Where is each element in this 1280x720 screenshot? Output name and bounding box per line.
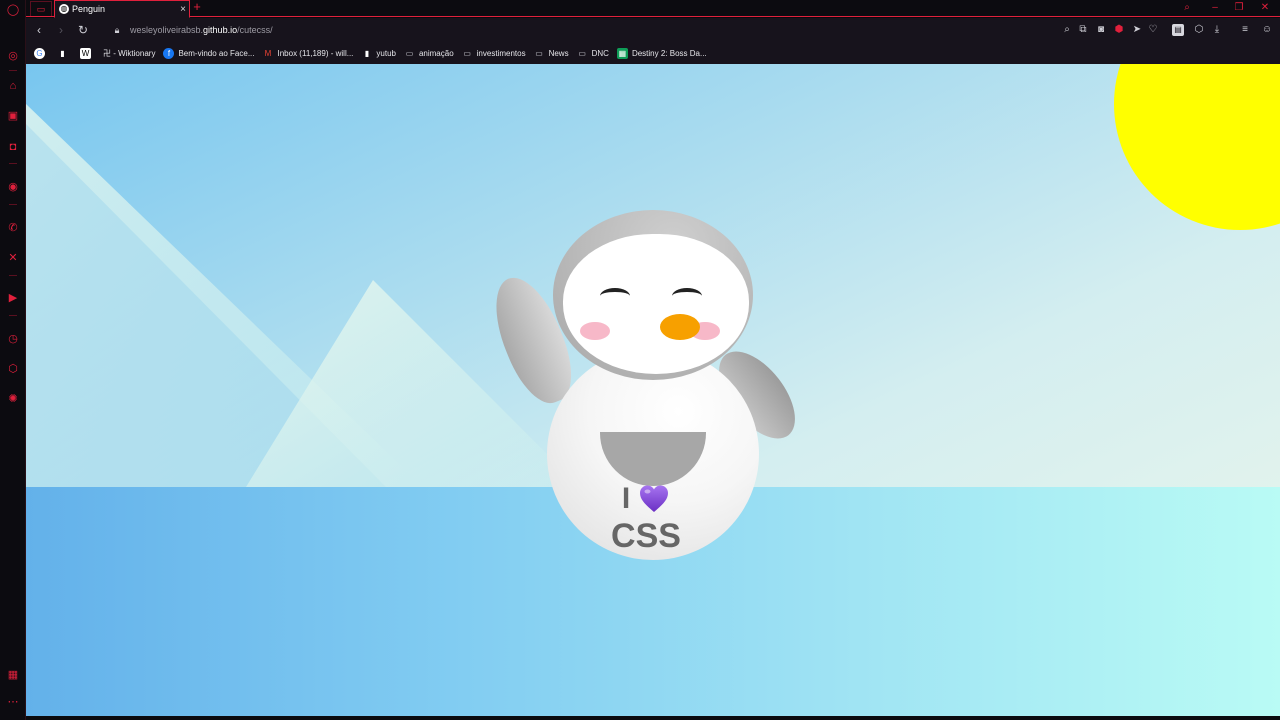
folder-icon: ▭ bbox=[463, 48, 471, 58]
extensions-cube-icon[interactable]: ⬡ bbox=[6, 362, 20, 376]
folder-icon: ▭ bbox=[405, 48, 414, 58]
forward-icon[interactable]: › bbox=[54, 23, 68, 37]
bookmark-label: DNC bbox=[591, 48, 609, 58]
messenger-icon[interactable]: ◉ bbox=[6, 180, 20, 194]
penguin-face bbox=[563, 234, 749, 374]
url-domain: github.io bbox=[203, 25, 238, 35]
google-icon: G bbox=[34, 47, 45, 59]
opera-logo-icon[interactable]: ◯ bbox=[6, 3, 20, 17]
sidebar-divider bbox=[9, 204, 17, 205]
tab-close-icon[interactable]: × bbox=[177, 4, 189, 15]
shirt-css-text: CSS bbox=[611, 517, 681, 555]
menu-icon[interactable]: ≡ bbox=[1238, 23, 1252, 37]
twitch-icon[interactable]: ▣ bbox=[6, 109, 20, 123]
bookmark-label: yutub bbox=[376, 48, 396, 58]
close-window-icon[interactable]: ✕ bbox=[1258, 1, 1272, 15]
address-field[interactable]: wesleyoliveirabsb.github.io/cutecss/ bbox=[130, 23, 273, 37]
facebook-icon: f bbox=[163, 47, 175, 59]
send-icon[interactable]: ➤ bbox=[1130, 23, 1144, 37]
sheets-icon: ▦ bbox=[616, 47, 628, 59]
more-icon[interactable]: ⋯ bbox=[6, 695, 20, 709]
bookmark-item[interactable]: G bbox=[34, 45, 49, 61]
bookmark-label: 卍 - Wiktionary bbox=[103, 48, 156, 58]
camera-icon[interactable]: ◙ bbox=[1094, 23, 1108, 37]
gx-corner-icon[interactable]: ⌂ bbox=[6, 79, 20, 93]
bookmark-label: Bem-vindo ao Face... bbox=[178, 48, 255, 58]
sidebar-divider bbox=[9, 315, 17, 316]
bookmark-item[interactable]: ▭ News bbox=[534, 45, 569, 61]
purple-heart-icon bbox=[640, 485, 669, 512]
page-bottom-edge bbox=[26, 716, 1280, 720]
extension-icon[interactable]: ▤ bbox=[1172, 24, 1184, 36]
heart-icon[interactable]: ♡ bbox=[1146, 23, 1160, 37]
bookmark-item[interactable]: ▮ bbox=[57, 45, 72, 61]
bookmark-label: animação bbox=[418, 48, 454, 58]
penguin-shirt: I CSS bbox=[576, 482, 716, 556]
adblock-shield-icon[interactable]: ⬢ bbox=[1112, 23, 1126, 37]
folder-icon: ▭ bbox=[535, 48, 543, 58]
penguin-beak bbox=[660, 314, 700, 340]
sidebar-divider bbox=[9, 275, 17, 276]
document-icon: ▮ bbox=[364, 48, 370, 58]
search-tabs-icon[interactable]: ⌕ bbox=[1180, 1, 1194, 15]
bookmark-label: Destiny 2: Boss Da... bbox=[631, 48, 707, 58]
bookmark-label: Inbox (11,189) - will... bbox=[277, 48, 354, 58]
cube-icon[interactable]: ⬡ bbox=[1192, 23, 1206, 37]
bookmark-item[interactable]: f Bem-vindo ao Face... bbox=[163, 45, 255, 61]
wallpaper-icon[interactable]: ▦ bbox=[6, 668, 20, 682]
x-icon[interactable]: ✕ bbox=[6, 251, 20, 265]
lock-icon[interactable]: 🔒︎ bbox=[110, 23, 124, 37]
bookmarks-bar: G ▮ W 卍 - Wiktionary f Bem-vindo ao Face... M I… bbox=[26, 42, 1280, 64]
bookmark-item[interactable]: M Inbox (11,189) - will... bbox=[263, 45, 354, 61]
profile-icon[interactable]: ☺ bbox=[1260, 23, 1274, 37]
globe-icon: ◍ bbox=[59, 4, 69, 14]
reload-icon[interactable]: ↻ bbox=[76, 23, 90, 37]
shirt-i-text: I bbox=[621, 482, 631, 515]
sidebar-divider bbox=[9, 163, 17, 164]
bookmark-item[interactable]: ▭ animação bbox=[404, 45, 454, 61]
snap-icon[interactable]: ⧉ bbox=[1076, 23, 1090, 37]
minimize-icon[interactable]: – bbox=[1208, 1, 1222, 15]
bookmark-item[interactable]: ▮ yutub bbox=[361, 45, 396, 61]
shirt-line-1: I bbox=[576, 482, 716, 516]
gmail-icon: M bbox=[264, 48, 272, 58]
tab-penguin[interactable]: ◍ Penguin × bbox=[54, 0, 190, 18]
gx-control-icon[interactable]: ◎ bbox=[6, 49, 20, 63]
bookmark-item[interactable]: ▭ investimentos bbox=[462, 45, 526, 61]
back-icon[interactable]: ‹ bbox=[32, 23, 46, 37]
restore-icon[interactable]: ❐ bbox=[1232, 1, 1246, 15]
document-icon: ▮ bbox=[60, 48, 65, 58]
tab-bar: ▭ ◍ Penguin × + ⌕ – ❐ ✕ bbox=[26, 0, 1280, 18]
page-viewport: I CSS bbox=[26, 64, 1280, 716]
penguin: I CSS bbox=[481, 206, 810, 560]
settings-gear-icon[interactable]: ✺ bbox=[6, 392, 20, 406]
instagram-icon[interactable]: ◘ bbox=[6, 140, 20, 154]
browser-sidebar: ◯ ◎ ⌂ ▣ ◘ ◉ ✆ ✕ ▶ ◷ ⬡ ✺ ▦ ⋯ bbox=[0, 0, 26, 720]
bookmark-item[interactable]: ▭ DNC bbox=[577, 45, 609, 61]
download-icon[interactable]: ⤓ bbox=[1210, 23, 1224, 37]
penguin-eye-right bbox=[672, 288, 702, 304]
address-bar-row: ‹ › ↻ 🔒︎ wesleyoliveirabsb.github.io/cut… bbox=[26, 18, 1280, 42]
new-tab-button[interactable]: + bbox=[190, 0, 204, 16]
wiktionary-square-icon: W bbox=[80, 47, 91, 59]
bookmark-label: News bbox=[548, 48, 569, 58]
url-path: /cutecss/ bbox=[237, 25, 273, 35]
search-page-icon[interactable]: ⌕ bbox=[1060, 23, 1074, 37]
bookmark-label: investimentos bbox=[476, 48, 526, 58]
bookmark-item[interactable]: 卍 - Wiktionary bbox=[103, 45, 155, 61]
penguin-eye-left bbox=[600, 288, 630, 304]
bookmark-item[interactable]: W bbox=[80, 45, 95, 61]
whatsapp-icon[interactable]: ✆ bbox=[6, 221, 20, 235]
folder-icon: ▭ bbox=[578, 48, 586, 58]
tab-workspace-icon[interactable]: ▭ bbox=[30, 1, 52, 16]
tab-title: Penguin bbox=[72, 4, 106, 14]
url-prefix: wesleyoliveirabsb. bbox=[130, 25, 204, 35]
player-icon[interactable]: ▶ bbox=[6, 291, 20, 305]
penguin-cheek-left bbox=[580, 322, 610, 340]
sidebar-divider bbox=[9, 70, 17, 71]
history-icon[interactable]: ◷ bbox=[6, 332, 20, 346]
bookmark-item[interactable]: ▦ Destiny 2: Boss Da... bbox=[616, 45, 707, 61]
